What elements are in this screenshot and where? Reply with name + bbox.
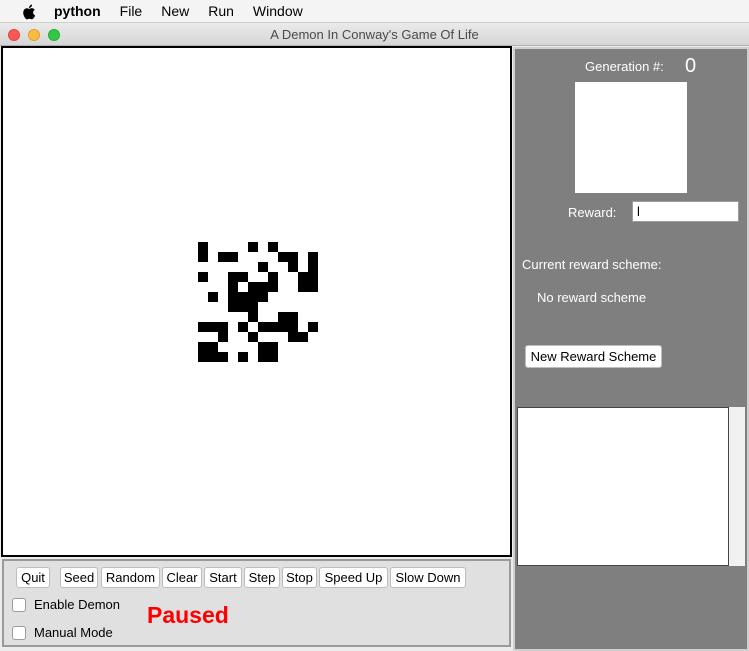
slow-down-button[interactable]: Slow Down bbox=[390, 567, 466, 588]
live-cell[interactable] bbox=[308, 282, 318, 292]
live-cell[interactable] bbox=[238, 292, 248, 302]
live-cell[interactable] bbox=[238, 322, 248, 332]
live-cell[interactable] bbox=[268, 342, 278, 352]
live-cell[interactable] bbox=[198, 342, 208, 352]
live-cell[interactable] bbox=[238, 272, 248, 282]
live-cell[interactable] bbox=[208, 352, 218, 362]
enable-demon-checkbox[interactable] bbox=[12, 597, 26, 612]
live-cell[interactable] bbox=[268, 282, 278, 292]
manual-mode-label: Manual Mode bbox=[34, 625, 113, 640]
live-cell[interactable] bbox=[248, 302, 258, 312]
live-cell[interactable] bbox=[218, 352, 228, 362]
live-cell[interactable] bbox=[278, 252, 288, 262]
live-cell[interactable] bbox=[198, 272, 208, 282]
reward-label: Reward: bbox=[568, 205, 617, 220]
live-cell[interactable] bbox=[218, 322, 228, 332]
live-cell[interactable] bbox=[298, 332, 308, 342]
live-cell[interactable] bbox=[198, 352, 208, 362]
live-cell[interactable] bbox=[288, 262, 298, 272]
manual-mode-row[interactable]: Manual Mode bbox=[12, 625, 113, 640]
live-cell[interactable] bbox=[248, 292, 258, 302]
live-cell[interactable] bbox=[308, 322, 318, 332]
enable-demon-label: Enable Demon bbox=[34, 597, 120, 612]
live-cell[interactable] bbox=[248, 312, 258, 322]
apple-icon[interactable] bbox=[21, 4, 36, 19]
live-cell[interactable] bbox=[258, 262, 268, 272]
start-button[interactable]: Start bbox=[204, 567, 242, 588]
random-button[interactable]: Random bbox=[101, 567, 160, 588]
enable-demon-row[interactable]: Enable Demon bbox=[12, 597, 120, 612]
live-cell[interactable] bbox=[268, 352, 278, 362]
log-text-area[interactable] bbox=[517, 407, 729, 566]
live-cell[interactable] bbox=[208, 292, 218, 302]
live-cell[interactable] bbox=[218, 252, 228, 262]
side-panel: Generation #: 0 Reward: Current reward s… bbox=[513, 47, 749, 651]
live-cell[interactable] bbox=[288, 322, 298, 332]
live-cell[interactable] bbox=[208, 342, 218, 352]
live-cell[interactable] bbox=[278, 322, 288, 332]
live-cell[interactable] bbox=[228, 272, 238, 282]
live-cell[interactable] bbox=[308, 272, 318, 282]
menu-app-python[interactable]: python bbox=[54, 0, 101, 23]
live-cell[interactable] bbox=[228, 302, 238, 312]
log-scrollbar[interactable] bbox=[729, 407, 745, 566]
menu-bar: python File New Run Window bbox=[0, 0, 749, 23]
control-panel: Quit Seed Random Clear Start Step Stop S… bbox=[2, 559, 511, 647]
manual-mode-checkbox[interactable] bbox=[12, 625, 26, 640]
live-cell[interactable] bbox=[248, 332, 258, 342]
live-cell[interactable] bbox=[258, 282, 268, 292]
new-reward-scheme-button[interactable]: New Reward Scheme bbox=[525, 345, 662, 368]
cell-grid[interactable] bbox=[198, 242, 319, 363]
reward-scheme-value: No reward scheme bbox=[537, 290, 647, 305]
status-label: Paused bbox=[147, 602, 229, 628]
menu-new[interactable]: New bbox=[161, 0, 189, 23]
live-cell[interactable] bbox=[308, 262, 318, 272]
reward-scheme-label: Current reward scheme: bbox=[522, 257, 662, 272]
live-cell[interactable] bbox=[198, 322, 208, 332]
live-cell[interactable] bbox=[268, 242, 278, 252]
live-cell[interactable] bbox=[228, 282, 238, 292]
menu-file[interactable]: File bbox=[120, 0, 143, 23]
reward-input[interactable] bbox=[632, 201, 739, 222]
live-cell[interactable] bbox=[298, 272, 308, 282]
menu-window[interactable]: Window bbox=[253, 0, 303, 23]
live-cell[interactable] bbox=[238, 352, 248, 362]
live-cell[interactable] bbox=[228, 292, 238, 302]
live-cell[interactable] bbox=[308, 252, 318, 262]
quit-button[interactable]: Quit bbox=[16, 567, 50, 588]
live-cell[interactable] bbox=[268, 272, 278, 282]
live-cell[interactable] bbox=[238, 302, 248, 312]
demon-preview-canvas bbox=[575, 82, 687, 193]
seed-button[interactable]: Seed bbox=[60, 567, 98, 588]
live-cell[interactable] bbox=[198, 242, 208, 252]
live-cell[interactable] bbox=[288, 332, 298, 342]
live-cell[interactable] bbox=[228, 252, 238, 262]
window-title-bar: A Demon In Conway's Game Of Life bbox=[0, 23, 749, 46]
live-cell[interactable] bbox=[298, 282, 308, 292]
live-cell[interactable] bbox=[258, 322, 268, 332]
live-cell[interactable] bbox=[268, 322, 278, 332]
live-cell[interactable] bbox=[258, 292, 268, 302]
live-cell[interactable] bbox=[258, 352, 268, 362]
generation-value: 0 bbox=[685, 55, 697, 77]
live-cell[interactable] bbox=[198, 252, 208, 262]
clear-button[interactable]: Clear bbox=[162, 567, 202, 588]
live-cell[interactable] bbox=[288, 252, 298, 262]
speed-up-button[interactable]: Speed Up bbox=[319, 567, 388, 588]
menu-run[interactable]: Run bbox=[208, 0, 234, 23]
live-cell[interactable] bbox=[278, 312, 288, 322]
game-board[interactable] bbox=[1, 46, 512, 557]
live-cell[interactable] bbox=[218, 332, 228, 342]
live-cell[interactable] bbox=[248, 282, 258, 292]
window-title: A Demon In Conway's Game Of Life bbox=[270, 27, 479, 42]
step-button[interactable]: Step bbox=[244, 567, 280, 588]
live-cell[interactable] bbox=[208, 322, 218, 332]
generation-label: Generation #: bbox=[585, 59, 664, 74]
live-cell[interactable] bbox=[258, 342, 268, 352]
stop-button[interactable]: Stop bbox=[282, 567, 317, 588]
live-cell[interactable] bbox=[248, 242, 258, 252]
live-cell[interactable] bbox=[288, 312, 298, 322]
